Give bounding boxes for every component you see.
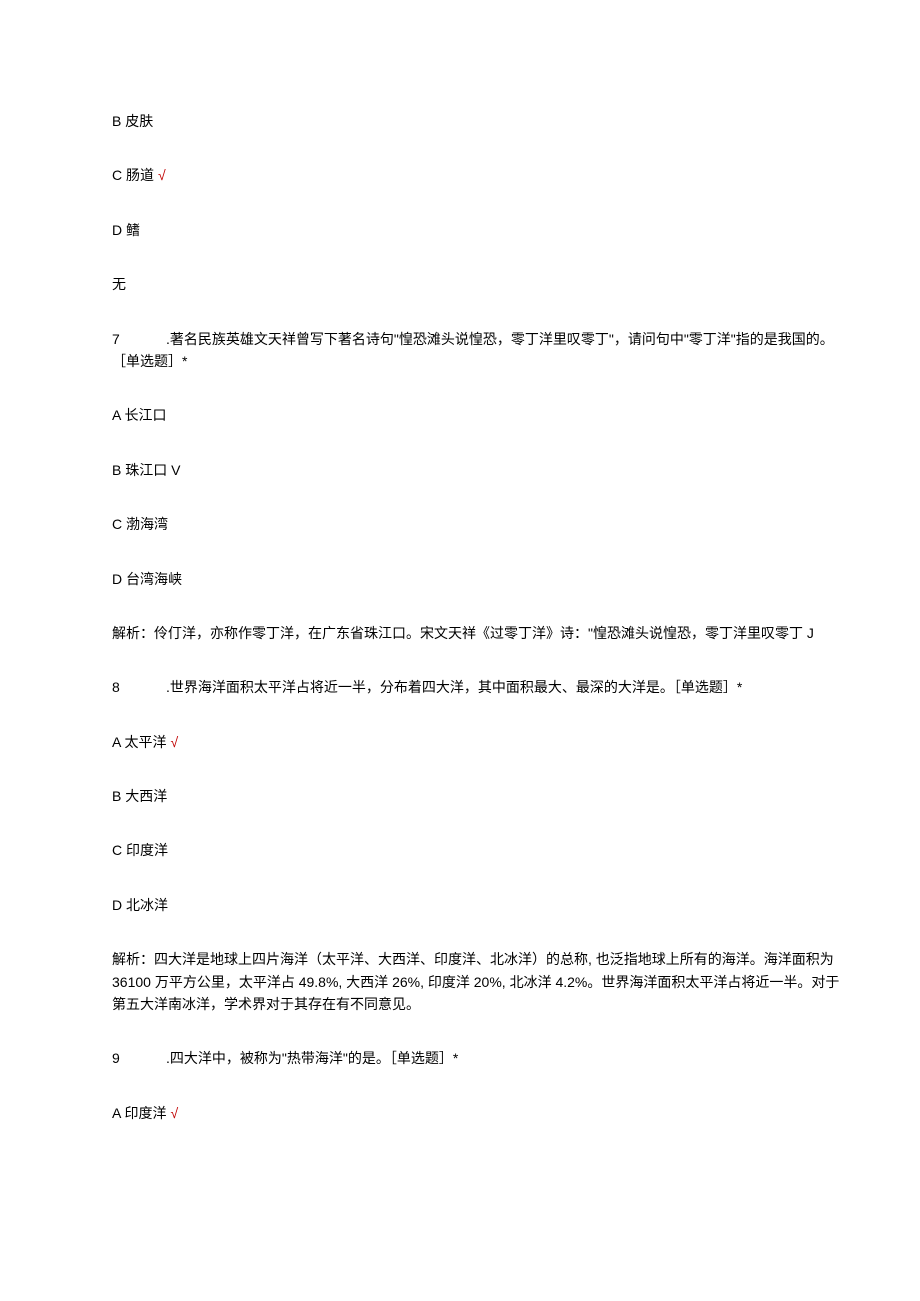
question-text: .著名民族英雄文天祥曾写下著名诗句"惶恐滩头说惶恐，零丁洋里叹零丁"，请问句中"…: [112, 331, 834, 369]
option-text: D 鳍: [112, 222, 140, 238]
q8-analysis: 解析：四大洋是地球上四片海洋（太平洋、大西洋、印度洋、北冰洋）的总称, 也泛指地…: [80, 948, 840, 1015]
question-number: 9: [112, 1047, 132, 1069]
q6-option-b: B 皮肤: [80, 110, 840, 132]
option-text: C 肠道: [112, 167, 154, 183]
analysis-text: 解析：四大洋是地球上四片海洋（太平洋、大西洋、印度洋、北冰洋）的总称, 也泛指地…: [112, 951, 839, 1012]
option-text: A 印度洋: [112, 1105, 166, 1121]
option-text: C 渤海湾: [112, 516, 168, 532]
q7-option-c: C 渤海湾: [80, 513, 840, 535]
question-text: .世界海洋面积太平洋占将近一半，分布着四大洋，其中面积最大、最深的大洋是。［单选…: [166, 679, 742, 695]
q8-option-d: D 北冰洋: [80, 894, 840, 916]
question-number: 8: [112, 676, 132, 698]
check-icon: √: [170, 1105, 178, 1121]
option-text: A 长江口: [112, 407, 166, 423]
option-text: B 珠江口 V: [112, 462, 180, 478]
q8-option-b: B 大西洋: [80, 785, 840, 807]
q8-option-a: A 太平洋√: [80, 731, 840, 753]
q9-stem: 9 .四大洋中，被称为"热带海洋"的是。［单选题］*: [80, 1047, 840, 1069]
option-text: 无: [112, 276, 126, 292]
q7-analysis: 解析：伶仃洋，亦称作零丁洋，在广东省珠江口。宋文天祥《过零丁洋》诗："惶恐滩头说…: [80, 622, 840, 644]
q6-option-d: D 鳍: [80, 219, 840, 241]
q6-none: 无: [80, 273, 840, 295]
option-text: B 皮肤: [112, 113, 153, 129]
option-text: D 台湾海峡: [112, 571, 182, 587]
q7-option-d: D 台湾海峡: [80, 568, 840, 590]
check-icon: √: [170, 734, 178, 750]
question-text: .四大洋中，被称为"热带海洋"的是。［单选题］*: [166, 1050, 458, 1066]
q7-stem: 7.著名民族英雄文天祥曾写下著名诗句"惶恐滩头说惶恐，零丁洋里叹零丁"，请问句中…: [80, 328, 840, 373]
q7-option-a: A 长江口: [80, 404, 840, 426]
q9-option-a: A 印度洋√: [80, 1102, 840, 1124]
q8-stem: 8 .世界海洋面积太平洋占将近一半，分布着四大洋，其中面积最大、最深的大洋是。［单…: [80, 676, 840, 698]
option-text: B 大西洋: [112, 788, 167, 804]
q6-option-c: C 肠道√: [80, 164, 840, 186]
check-icon: √: [158, 167, 166, 183]
option-text: A 太平洋: [112, 734, 166, 750]
q8-option-c: C 印度洋: [80, 839, 840, 861]
question-number: 7: [112, 328, 132, 350]
option-text: D 北冰洋: [112, 897, 168, 913]
q7-option-b: B 珠江口 V: [80, 459, 840, 481]
analysis-text: 解析：伶仃洋，亦称作零丁洋，在广东省珠江口。宋文天祥《过零丁洋》诗："惶恐滩头说…: [112, 625, 814, 641]
option-text: C 印度洋: [112, 842, 168, 858]
